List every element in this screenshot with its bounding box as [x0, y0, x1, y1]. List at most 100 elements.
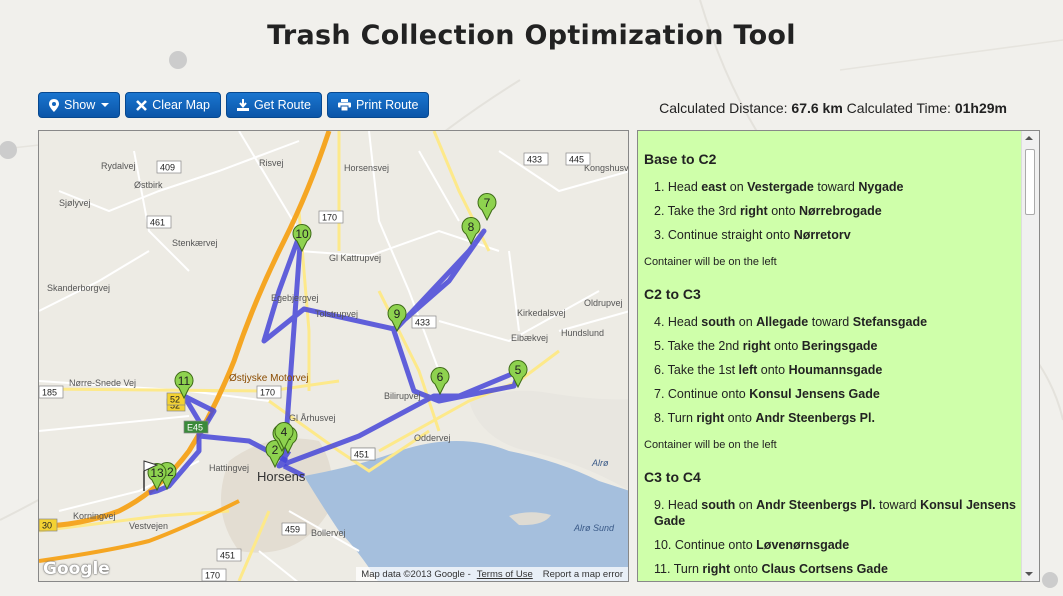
time-label: Calculated Time:: [846, 100, 951, 116]
svg-text:Rydalvej: Rydalvej: [101, 161, 136, 171]
direction-step: 11. Turn right onto Claus Cortsens Gade: [654, 562, 888, 576]
directions-scrollbar[interactable]: [1021, 131, 1039, 581]
scroll-up-icon[interactable]: [1025, 136, 1033, 140]
svg-text:5: 5: [515, 363, 522, 377]
svg-text:170: 170: [260, 388, 275, 398]
road-number-shield: 445: [565, 152, 591, 166]
svg-text:Bilirupvej: Bilirupvej: [384, 391, 421, 401]
svg-text:52: 52: [170, 395, 180, 405]
route-map[interactable]: Østbirk Hattingvej Korningvej Vestvejen …: [38, 130, 629, 582]
direction-step: 7. Continue onto Konsul Jensens Gade: [654, 387, 880, 401]
report-link[interactable]: Report a map error: [543, 569, 623, 580]
direction-step: 2. Take the 3rd right onto Nørrebrogade: [654, 204, 882, 218]
svg-text:30: 30: [42, 521, 52, 531]
direction-step: 9. Head south on Andr Steenbergs Pl. tow…: [654, 498, 1016, 528]
svg-text:461: 461: [150, 218, 165, 228]
route-stats: Calculated Distance: 67.6 km Calculated …: [659, 100, 1007, 116]
road-number-shield: 433: [411, 315, 437, 329]
road-number-shield: 451: [350, 447, 376, 461]
svg-text:E45: E45: [187, 423, 203, 433]
svg-text:Korningvej: Korningvej: [73, 511, 116, 521]
directions-panel[interactable]: Base to C2 1. Head east on Vestergade tow…: [637, 130, 1040, 582]
svg-text:6: 6: [437, 370, 444, 384]
map-marker-icon: [49, 98, 59, 112]
svg-text:Oddervej: Oddervej: [414, 433, 451, 443]
svg-text:11: 11: [178, 374, 191, 388]
close-icon: [136, 99, 148, 111]
svg-text:Egebjergvej: Egebjergvej: [271, 293, 319, 303]
svg-text:Østjyske Motorvej: Østjyske Motorvej: [229, 373, 308, 384]
svg-text:Skanderborgvej: Skanderborgvej: [47, 283, 110, 293]
svg-text:Bollervej: Bollervej: [311, 528, 346, 538]
svg-text:Alrø: Alrø: [591, 458, 609, 468]
svg-text:Kongshusvej: Kongshusvej: [584, 163, 629, 173]
container-note: Container will be on the left: [644, 439, 777, 451]
svg-text:170: 170: [322, 213, 337, 223]
caret-down-icon: [101, 103, 110, 107]
road-number-shield: 461: [146, 215, 172, 229]
distance-value: 67.6 km: [791, 100, 843, 116]
page-title: Trash Collection Optimization Tool: [267, 20, 796, 51]
terms-link[interactable]: Terms of Use: [477, 569, 533, 580]
distance-label: Calculated Distance:: [659, 100, 788, 116]
time-value: 01h29m: [954, 100, 1007, 116]
svg-text:Alrø Sund: Alrø Sund: [573, 523, 615, 533]
road-number-shield: 170: [318, 210, 344, 224]
svg-text:Oldrupvej: Oldrupvej: [584, 298, 623, 308]
direction-step: 10. Continue onto Løvenørnsgade: [654, 538, 850, 552]
road-number-shield: 433: [523, 152, 549, 166]
svg-text:409: 409: [160, 163, 175, 173]
svg-text:Elbækvej: Elbækvej: [511, 333, 548, 343]
container-note: Container will be on the left: [644, 256, 777, 268]
svg-text:451: 451: [220, 551, 235, 561]
city-label: Horsens: [257, 469, 306, 484]
show-dropdown-button[interactable]: Show: [38, 92, 121, 118]
clear-map-label: Clear Map: [152, 98, 210, 112]
svg-text:7: 7: [484, 196, 491, 210]
clear-map-button[interactable]: Clear Map: [125, 92, 221, 118]
svg-text:433: 433: [415, 318, 430, 328]
scroll-thumb[interactable]: [1025, 149, 1035, 215]
download-icon: [236, 99, 249, 111]
svg-text:Tolstrupvej: Tolstrupvej: [315, 309, 358, 319]
svg-text:Hundslund: Hundslund: [561, 328, 604, 338]
get-route-button[interactable]: Get Route: [225, 92, 322, 118]
road-number-shield: 459: [281, 522, 307, 536]
svg-text:433: 433: [527, 155, 542, 165]
direction-step: 1. Head east on Vestergade toward Nygade: [654, 180, 904, 194]
attribution-text: Map data ©2013 Google -: [361, 568, 471, 580]
direction-steps: 9. Head south on Andr Steenbergs Pl. tow…: [644, 497, 1019, 577]
direction-steps: 1. Head east on Vestergade toward Nygade…: [644, 179, 1019, 243]
road-number-shield: E45: [183, 420, 209, 434]
svg-text:170: 170: [205, 571, 220, 581]
direction-step: 5. Take the 2nd right onto Beringsgade: [654, 339, 878, 353]
svg-text:4: 4: [281, 425, 288, 439]
direction-section-heading: C3 to C4: [644, 469, 701, 485]
direction-steps: 4. Head south on Allegade toward Stefans…: [644, 314, 1019, 426]
road-number-shield: 409: [156, 160, 182, 174]
direction-step: 6. Take the 1st left onto Houmannsgade: [654, 363, 883, 377]
svg-text:185: 185: [42, 388, 57, 398]
show-label: Show: [64, 98, 96, 112]
road-number-shield: 185: [39, 385, 64, 399]
direction-section-heading: C2 to C3: [644, 286, 701, 302]
direction-step: 4. Head south on Allegade toward Stefans…: [654, 315, 928, 329]
direction-step: 3. Continue straight onto Nørretorv: [654, 228, 851, 242]
scroll-down-icon[interactable]: [1025, 572, 1033, 576]
print-route-button[interactable]: Print Route: [326, 92, 430, 118]
toolbar: Show Clear Map Get Route Print Route: [38, 92, 430, 118]
svg-text:8: 8: [468, 220, 475, 234]
svg-text:445: 445: [569, 155, 584, 165]
svg-text:Hattingvej: Hattingvej: [209, 463, 249, 473]
svg-text:Gl Århusvej: Gl Århusvej: [289, 413, 336, 423]
svg-text:9: 9: [394, 307, 401, 321]
svg-text:10: 10: [295, 227, 309, 241]
map-canvas[interactable]: Østbirk Hattingvej Korningvej Vestvejen …: [39, 131, 629, 582]
svg-text:Østbirk: Østbirk: [134, 180, 163, 190]
road-number-shield: 451: [216, 548, 242, 562]
road-number-shield: 170: [256, 385, 282, 399]
google-logo: Google: [43, 559, 110, 579]
svg-text:Kirkedalsvej: Kirkedalsvej: [517, 308, 566, 318]
direction-section-heading: Base to C2: [644, 151, 717, 167]
directions-content: Base to C2 1. Head east on Vestergade tow…: [644, 131, 1019, 581]
